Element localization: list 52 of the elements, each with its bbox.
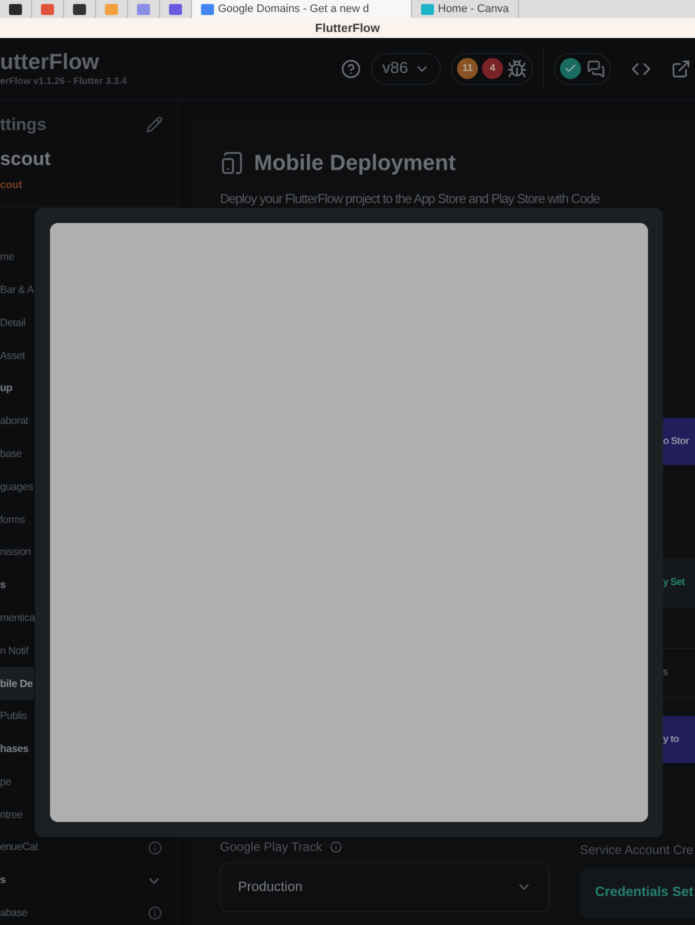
app-logo: utterFlow [0, 48, 100, 76]
sidebar-item[interactable]: Publis [0, 700, 34, 733]
page-description: Deploy your FlutterFlow project to the App Store and Play Store with Code [220, 190, 601, 208]
info-icon [148, 840, 162, 855]
sidebar-item[interactable]: ntree [0, 798, 34, 832]
sidebar-item[interactable]: Asset [0, 339, 34, 372]
text-fragment: s [663, 666, 668, 680]
status-field: y Set [663, 558, 695, 608]
project-name: scout [0, 148, 52, 172]
sidebar-item[interactable]: Detail [0, 306, 34, 340]
info-icon [148, 906, 162, 920]
credentials-status: Credentials Set [580, 868, 695, 918]
version-label: erFlow v1.1.26 - Flutter 3.3.4 [0, 75, 127, 90]
track-dropdown[interactable]: Production [220, 862, 550, 912]
sidebar-item[interactable]: Bar & A [0, 274, 34, 307]
primary-button[interactable]: o Stor [663, 418, 695, 464]
sidebar-item[interactable]: abase [0, 896, 178, 925]
external-link-icon[interactable] [671, 58, 691, 78]
chat-icon[interactable] [587, 60, 605, 78]
sidebar-item[interactable]: n Notif [0, 634, 34, 668]
sidebar-item[interactable]: mentica [0, 602, 34, 635]
issues-pill[interactable]: 11 4 [451, 52, 533, 84]
count-badge: 11 [457, 58, 478, 79]
sidebar-section[interactable]: up [0, 372, 34, 405]
info-icon [330, 840, 342, 853]
field-label: Service Account Cre [580, 842, 694, 856]
sidebar-item[interactable]: forms [0, 503, 34, 536]
status-pill[interactable] [554, 52, 611, 84]
field-label: Google Play Track [220, 838, 322, 856]
sidebar-item[interactable]: base [0, 438, 34, 471]
count-badge: 4 [482, 58, 503, 79]
project-id: cout [0, 178, 24, 193]
sidebar-item[interactable]: guages [0, 470, 34, 504]
sidebar-item[interactable]: pe [0, 766, 34, 799]
sidebar-section[interactable]: hases [0, 732, 34, 766]
sidebar-section[interactable]: s [0, 568, 34, 602]
version-dropdown[interactable]: v86 [371, 52, 441, 84]
primary-button[interactable]: y to [663, 716, 695, 762]
edit-icon[interactable] [146, 116, 163, 134]
sidebar-item[interactable]: aborat [0, 404, 34, 438]
sidebar-title: ttings [0, 114, 46, 136]
sidebar-section[interactable]: s [0, 864, 178, 897]
bug-icon[interactable] [507, 58, 527, 78]
sidebar-item[interactable]: bile De [0, 667, 34, 700]
help-icon[interactable] [341, 58, 362, 78]
sidebar-item[interactable]: me [0, 241, 34, 274]
sidebar-item[interactable]: enueCat [0, 831, 178, 864]
sidebar-item[interactable]: nission [0, 536, 34, 569]
browser-tab[interactable]: Google Domains - Get a new d [192, 0, 412, 18]
window-title: FlutterFlow [315, 20, 380, 37]
page-title: Mobile Deployment [254, 149, 456, 177]
check-icon [560, 58, 581, 79]
